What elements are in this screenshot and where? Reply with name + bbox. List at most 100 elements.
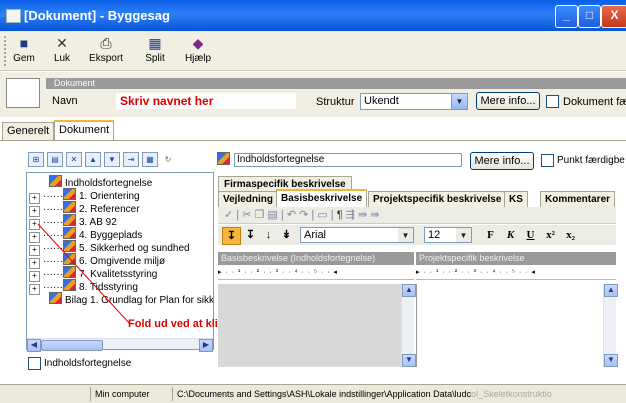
chevron-down-icon[interactable]: ▼ bbox=[456, 228, 471, 242]
annotation-arrow bbox=[37, 223, 131, 325]
tree-item[interactable]: + ······ 2. Referencer bbox=[29, 201, 140, 217]
minimize-button[interactable]: _ bbox=[555, 5, 578, 28]
help-icon: ◆ bbox=[192, 35, 204, 51]
font-select[interactable]: Arial ▼ bbox=[300, 227, 414, 243]
chevron-down-icon[interactable]: ▼ bbox=[604, 354, 618, 367]
tab-basisbeskrivelse[interactable]: Basisbeskrivelse bbox=[276, 189, 368, 209]
document-icon bbox=[62, 188, 76, 200]
window-title: [Dokument] - Byggesag bbox=[24, 8, 170, 23]
toolbar-grip[interactable] bbox=[4, 36, 9, 66]
superscript-icon[interactable]: x² bbox=[542, 227, 559, 243]
scroll-thumb[interactable] bbox=[41, 340, 103, 351]
close-window-button[interactable]: X bbox=[601, 5, 626, 28]
font-size-select[interactable]: 12 ▼ bbox=[424, 227, 472, 243]
paste-icon[interactable]: ▤ bbox=[267, 209, 277, 221]
move-down-icon[interactable]: ▼ bbox=[104, 152, 120, 167]
subscript-icon[interactable]: x₂ bbox=[562, 227, 579, 243]
tree-item[interactable]: Indholdsfortegnelse bbox=[49, 175, 152, 189]
point-done-checkbox[interactable] bbox=[541, 154, 554, 167]
expand-all-icon[interactable]: ⊞ bbox=[28, 152, 44, 167]
align-down-2-icon[interactable]: ↡ bbox=[278, 227, 295, 243]
printer-icon: ⎙ bbox=[100, 35, 112, 51]
move-up-icon[interactable]: ▲ bbox=[85, 152, 101, 167]
chevron-left-icon[interactable]: ◀ bbox=[27, 339, 41, 352]
projekt-editor[interactable] bbox=[416, 284, 616, 367]
status-bar: Min computer C:\Documents and Settings\A… bbox=[0, 384, 626, 403]
section-bar: Dokument bbox=[46, 78, 626, 89]
editor-format-toolbar: ↧ ↧ ↓ ↡ Arial ▼ 12 ▼ F K U x² x₂ bbox=[218, 225, 616, 245]
copy-icon[interactable]: ❐ bbox=[254, 209, 264, 221]
view-icon[interactable]: ▭ bbox=[317, 209, 327, 221]
status-user: Min computer bbox=[90, 387, 175, 401]
section-title-field[interactable]: Indholdsfortegnelse bbox=[234, 153, 462, 167]
title-bar: [Dokument] - Byggesag _ □ X bbox=[0, 0, 626, 31]
tab-projektspecifik[interactable]: Projektspecifik beskrivelse bbox=[368, 191, 507, 208]
name-label: Navn bbox=[52, 95, 78, 107]
close-doc-button[interactable]: ✕ Luk bbox=[50, 34, 74, 68]
bold-icon[interactable]: F bbox=[482, 227, 499, 243]
spellcheck-icon[interactable]: ✓ bbox=[224, 209, 233, 221]
projekt-ruler: ▸ · · ¹ · · ² · · ³ · · ⁴ · · ⁵ · · ◂ bbox=[416, 266, 616, 280]
refresh-icon[interactable]: ↻ bbox=[161, 153, 175, 166]
chevron-down-icon[interactable]: ▼ bbox=[398, 228, 413, 242]
undo-icon[interactable]: ↶ bbox=[287, 209, 296, 221]
toc-checkbox[interactable] bbox=[28, 357, 41, 370]
main-toolbar: ■ Gem ✕ Luk ⎙ Eksport ▦ Split ◆ Hjælp bbox=[0, 31, 626, 71]
document-done-checkbox[interactable] bbox=[546, 95, 559, 108]
bookmark-icon[interactable]: ⇛ bbox=[370, 209, 379, 221]
more-info-button[interactable]: Mere info... bbox=[476, 92, 540, 110]
tab-dokument[interactable]: Dokument bbox=[54, 120, 115, 142]
arrow-down-icon[interactable]: ↓ bbox=[260, 227, 277, 243]
tab-generelt[interactable]: Generelt bbox=[2, 122, 55, 141]
projekt-vertical-scrollbar[interactable]: ▲ ▼ bbox=[603, 284, 618, 367]
tab-kommentarer[interactable]: Kommentarer bbox=[540, 191, 616, 208]
link-icon[interactable]: ⇛ bbox=[358, 209, 367, 221]
redo-icon[interactable]: ↷ bbox=[299, 209, 308, 221]
italic-icon[interactable]: K bbox=[502, 227, 519, 243]
export-button[interactable]: ⎙ Eksport bbox=[86, 34, 126, 68]
status-path: C:\Documents and Settings\ASH\Lokale ind… bbox=[172, 387, 626, 401]
split-button[interactable]: ▦ Split bbox=[142, 34, 168, 68]
tree-item[interactable]: + ······ 1. Orientering bbox=[29, 188, 140, 204]
section-icon bbox=[217, 152, 230, 165]
struktur-label: Struktur bbox=[316, 96, 355, 108]
document-icon bbox=[6, 78, 40, 108]
indent-down-icon[interactable]: ↧ bbox=[242, 227, 259, 243]
name-field[interactable]: Skriv navnet her bbox=[116, 93, 296, 109]
delete-icon[interactable]: ✕ bbox=[66, 152, 82, 167]
save-button[interactable]: ■ Gem bbox=[12, 34, 36, 68]
split-icon: ▦ bbox=[148, 35, 162, 51]
app-icon bbox=[6, 9, 21, 23]
cut-icon[interactable]: ✂ bbox=[242, 209, 251, 221]
indent-icon[interactable]: ⇥ bbox=[123, 152, 139, 167]
chevron-up-icon[interactable]: ▲ bbox=[604, 284, 618, 297]
save-icon: ■ bbox=[19, 35, 29, 51]
grid-icon[interactable]: ▤ bbox=[47, 152, 63, 167]
chevron-down-icon[interactable]: ▼ bbox=[451, 94, 467, 109]
basis-ruler: ▸ · · ¹ · · ² · · ³ · · ⁴ · · ⁵ · · ◂ bbox=[218, 266, 414, 280]
chevron-right-icon[interactable]: ▶ bbox=[199, 339, 213, 352]
maximize-button[interactable]: □ bbox=[578, 5, 601, 28]
editor-toolbar-top: ✓ | ✂ ❐ ▤ | ↶ ↷ | ▭ | ¶ ⇶ ⇛ ⇛ bbox=[218, 207, 616, 224]
chevron-down-icon[interactable]: ▼ bbox=[402, 354, 416, 367]
basis-editor[interactable] bbox=[218, 284, 414, 367]
basis-vertical-scrollbar[interactable]: ▲ ▼ bbox=[401, 284, 416, 367]
point-done-label: Punkt færdigbe bbox=[557, 155, 625, 166]
table-icon[interactable]: ▦ bbox=[142, 152, 158, 167]
section-more-info-button[interactable]: Mere info... bbox=[470, 152, 534, 170]
help-button[interactable]: ◆ Hjælp bbox=[184, 34, 212, 68]
toc-checkbox-label: Indholdsfortegnelse bbox=[44, 358, 132, 369]
close-x-icon: ✕ bbox=[56, 35, 68, 51]
underline-icon[interactable]: U bbox=[522, 227, 539, 243]
tab-ks[interactable]: KS bbox=[504, 191, 528, 208]
projekt-header: Projektspecifik beskrivelse bbox=[416, 252, 616, 265]
tab-vejledning[interactable]: Vejledning bbox=[218, 191, 279, 208]
insert-icon[interactable]: ⇶ bbox=[346, 209, 355, 221]
align-down-icon[interactable]: ↧ bbox=[222, 227, 241, 245]
chevron-up-icon[interactable]: ▲ bbox=[402, 284, 416, 297]
tree-horizontal-scrollbar[interactable]: ◀ ▶ bbox=[27, 338, 213, 352]
paragraph-icon[interactable]: ¶ bbox=[337, 209, 343, 221]
document-icon bbox=[49, 175, 62, 187]
struktur-select[interactable]: Ukendt ▼ bbox=[360, 93, 468, 110]
document-done-label: Dokument færdig bbox=[563, 96, 626, 108]
